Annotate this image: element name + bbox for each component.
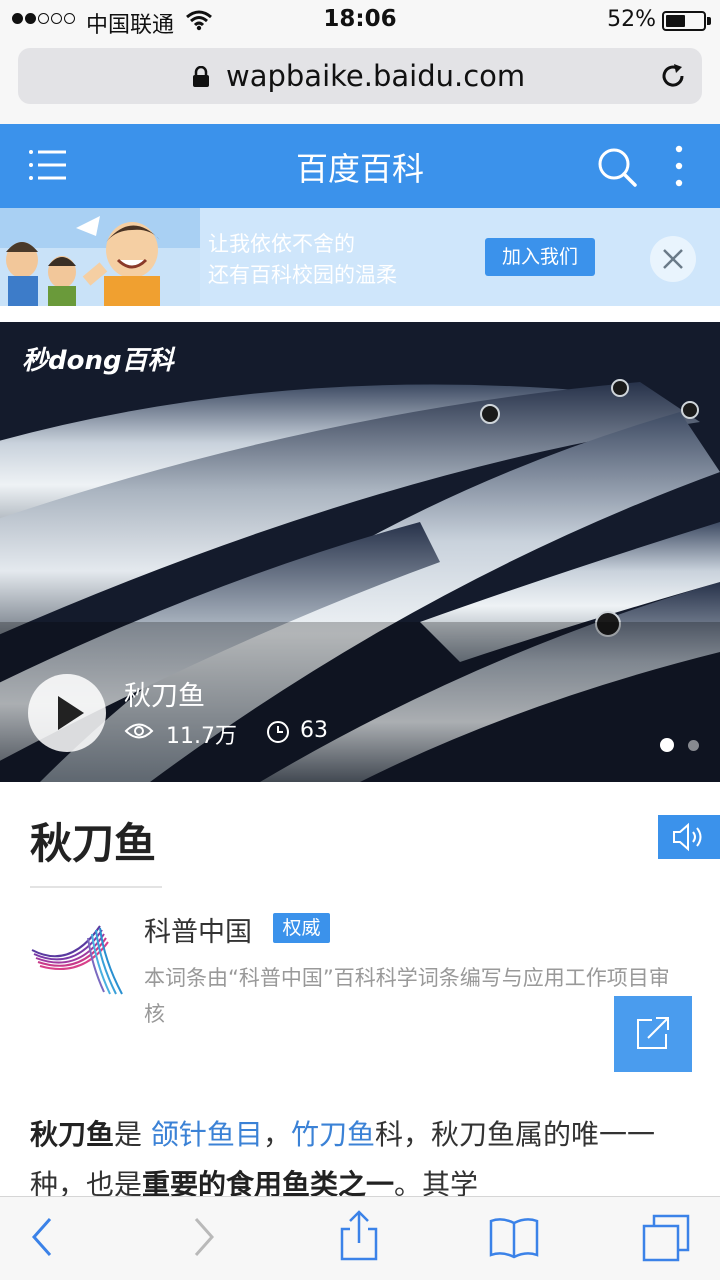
- browser-toolbar: [0, 1196, 720, 1280]
- battery-tip: [707, 17, 711, 25]
- share-button[interactable]: [614, 996, 692, 1072]
- address-bar[interactable]: wapbaike.baidu.com: [18, 48, 702, 104]
- link-beloniformes[interactable]: 颌针鱼目: [151, 1118, 263, 1151]
- more-icon[interactable]: [672, 144, 686, 188]
- authority-badge: 权威: [273, 913, 330, 943]
- kepu-china-logo: [31, 925, 123, 995]
- org-description: 本词条由“科普中国”百科科学词条编写与应用工作项目审核: [144, 966, 670, 1026]
- link-scomberesocidae[interactable]: 竹刀鱼: [291, 1118, 375, 1151]
- reload-icon[interactable]: [660, 62, 688, 90]
- lock-icon: [193, 66, 209, 87]
- banner-illustration: [0, 208, 200, 306]
- video-views: 11.7万: [166, 724, 237, 749]
- video-thumbnail: [0, 322, 720, 782]
- forward-icon[interactable]: [190, 1215, 218, 1259]
- eye-icon: [124, 723, 154, 739]
- entry-title: 秋刀鱼: [30, 819, 157, 868]
- url-text: wapbaike.baidu.com: [226, 59, 526, 93]
- back-icon[interactable]: [28, 1215, 56, 1259]
- clock-icon: [267, 721, 289, 743]
- play-button[interactable]: [28, 674, 106, 752]
- video-player[interactable]: 秒dong百科 秋刀鱼 11.7万 63: [0, 322, 720, 782]
- video-watermark: 秒dong百科: [22, 346, 174, 376]
- title-divider: [30, 886, 162, 888]
- search-icon[interactable]: [596, 146, 638, 188]
- app-header: 百度百科: [0, 124, 720, 208]
- battery-percent: 52%: [607, 7, 656, 32]
- battery-icon: [662, 11, 706, 31]
- status-bar: 中国联通 18:06 52%: [0, 0, 720, 40]
- video-title: 秋刀鱼: [124, 681, 205, 712]
- battery-fill: [666, 15, 685, 27]
- banner-text-line1: 让我依依不舍的: [208, 232, 355, 256]
- org-name[interactable]: 科普中国: [144, 910, 252, 949]
- speaker-icon: [673, 822, 702, 852]
- carousel-dot-active[interactable]: [660, 738, 674, 752]
- external-share-icon: [637, 1017, 669, 1049]
- tabs-icon[interactable]: [640, 1213, 692, 1263]
- share-icon[interactable]: [338, 1209, 380, 1263]
- bookmarks-icon[interactable]: [488, 1215, 540, 1259]
- entry-summary: 秋刀鱼是 颌针鱼目，竹刀鱼科，秋刀鱼属的唯一一种，也是重要的食用鱼类之一。其学: [30, 1110, 696, 1210]
- promo-banner[interactable]: 让我依依不舍的 还有百科校园的温柔 加入我们: [0, 208, 720, 306]
- join-us-button[interactable]: 加入我们: [485, 238, 595, 276]
- browser-address-area: wapbaike.baidu.com: [0, 40, 720, 124]
- banner-close-button[interactable]: [650, 236, 696, 282]
- summary-text: ，: [262, 1118, 291, 1151]
- summary-term: 秋刀鱼: [30, 1118, 115, 1151]
- banner-text-line2: 还有百科校园的温柔: [208, 263, 397, 287]
- play-icon: [58, 696, 84, 730]
- carousel-dot[interactable]: [688, 740, 699, 751]
- read-aloud-button[interactable]: [658, 815, 720, 859]
- summary-text: 是: [114, 1118, 151, 1151]
- video-duration: 63: [300, 718, 328, 743]
- close-icon: [663, 249, 683, 269]
